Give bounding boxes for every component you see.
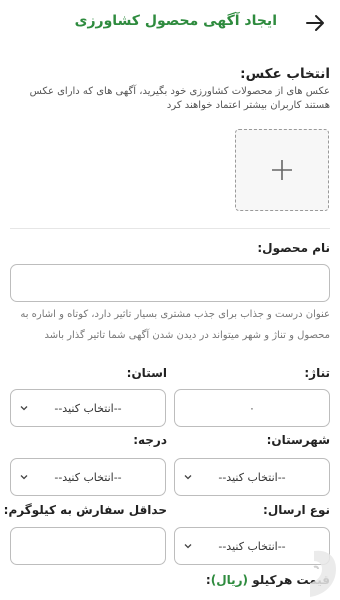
province-select[interactable]: --انتخاب کنید-- (10, 389, 166, 427)
photo-section-description: عکس های از محصولات کشاورزی خود بگیرید، آ… (29, 86, 330, 111)
city-select[interactable]: --انتخاب کنید-- (174, 458, 330, 496)
chevron-down-icon (184, 544, 192, 549)
min-order-input[interactable] (10, 527, 166, 565)
page-title: ایجاد آگهی محصول کشاورزی (74, 13, 277, 29)
city-label: شهرستان: (266, 433, 330, 447)
chevron-down-icon (184, 475, 192, 480)
shipping-type-selected-value: --انتخاب کنید-- (218, 539, 286, 553)
min-order-label: حداقل سفارش به کیلوگرم: (3, 503, 167, 517)
grade-select[interactable]: --انتخاب کنید-- (10, 458, 166, 496)
plus-icon (272, 160, 292, 180)
photo-section-title: انتخاب عکس: (240, 66, 330, 82)
grade-selected-value: --انتخاب کنید-- (54, 470, 122, 484)
grade-label: درجه: (133, 433, 167, 447)
product-name-label: نام محصول: (257, 241, 330, 255)
app-header: ایجاد آگهی محصول کشاورزی (0, 0, 340, 50)
chevron-down-icon (20, 475, 28, 480)
province-label: استان: (126, 366, 167, 380)
tonnage-label: تناژ: (304, 366, 330, 380)
shipping-type-label: نوع ارسال: (263, 503, 330, 517)
product-name-input[interactable] (10, 264, 330, 302)
store-logo-watermark (310, 550, 336, 597)
tonnage-input[interactable] (174, 389, 330, 427)
add-photo-button[interactable] (235, 129, 329, 211)
province-selected-value: --انتخاب کنید-- (54, 401, 122, 415)
back-arrow-icon[interactable] (304, 12, 326, 34)
section-divider (10, 228, 330, 229)
chevron-down-icon (20, 406, 28, 411)
city-selected-value: --انتخاب کنید-- (218, 470, 286, 484)
price-unit: (ریال) (210, 573, 249, 587)
product-name-hint: عنوان درست و جذاب برای جذب مشتری بسیار ت… (20, 309, 330, 341)
